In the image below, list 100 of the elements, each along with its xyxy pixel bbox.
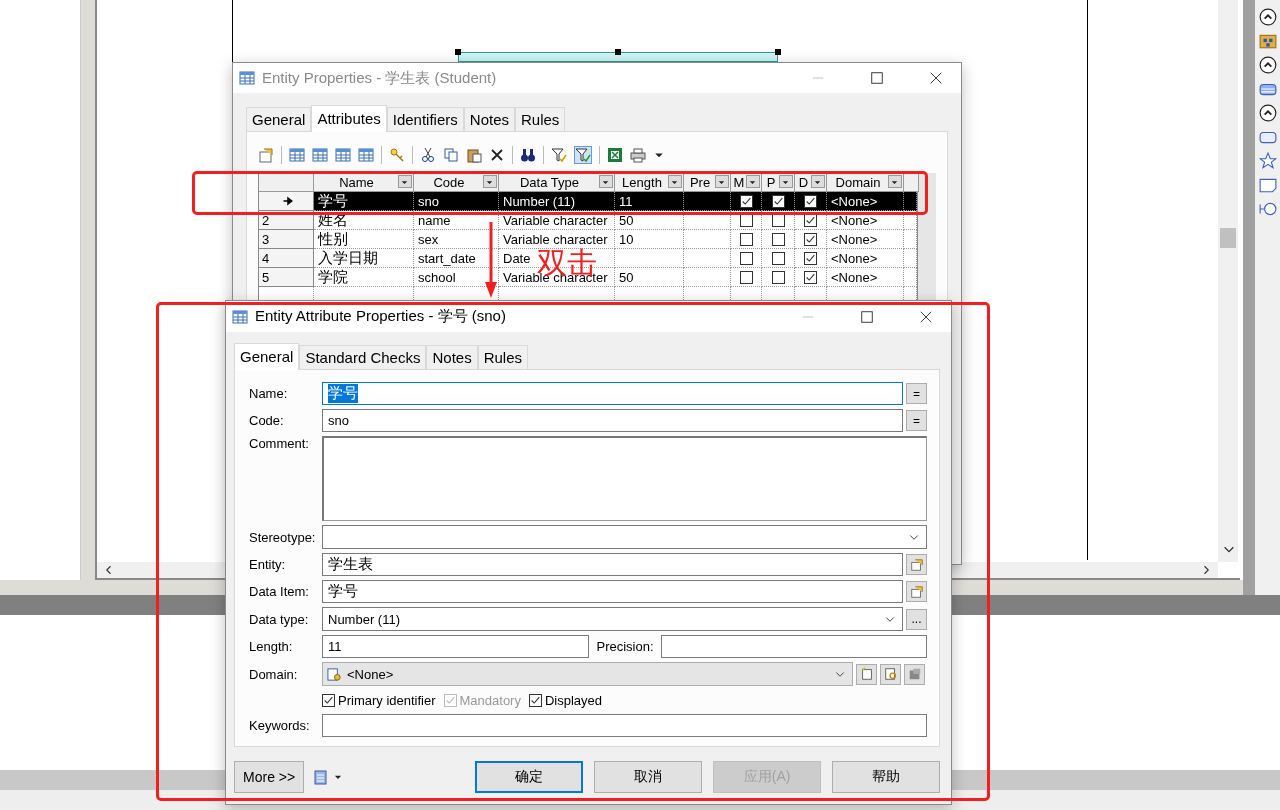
dropdown[interactable] xyxy=(322,525,927,549)
row-header[interactable] xyxy=(259,192,314,211)
note-icon[interactable] xyxy=(1258,176,1277,194)
table-cell: 入学日期 xyxy=(314,249,414,268)
browse-button[interactable]: ... xyxy=(906,608,927,630)
text-field[interactable]: 学生表 xyxy=(322,553,903,576)
properties-button[interactable] xyxy=(906,581,927,602)
row-header[interactable]: 5 xyxy=(259,268,314,287)
field-label: Domain: xyxy=(249,666,299,682)
text-field[interactable]: 11 xyxy=(322,635,589,658)
field-label: Name: xyxy=(249,386,289,401)
dialog-button[interactable]: 帮助 xyxy=(832,761,940,793)
star-icon[interactable] xyxy=(1258,152,1277,170)
vertical-scrollbar[interactable] xyxy=(1218,0,1238,562)
binoculars-icon[interactable] xyxy=(520,147,536,163)
field-label: Data Item: xyxy=(249,584,310,599)
domain-icon xyxy=(327,666,342,682)
tab[interactable]: Standard Checks xyxy=(299,345,427,369)
collapse-icon[interactable] xyxy=(1258,8,1277,26)
field-label: Length: xyxy=(249,639,294,654)
table-icon[interactable] xyxy=(232,308,248,325)
filter-icon[interactable] xyxy=(551,147,567,163)
properties-button[interactable] xyxy=(904,663,925,685)
dropdown[interactable]: <None> xyxy=(322,662,853,686)
key-icon[interactable] xyxy=(389,147,405,163)
selection-handle[interactable] xyxy=(455,49,461,55)
maximize-icon[interactable] xyxy=(870,71,884,85)
print-icon[interactable] xyxy=(630,147,646,163)
table-cell: <None> xyxy=(827,230,904,249)
add-attributes-icon[interactable] xyxy=(335,147,351,163)
connector-icon[interactable] xyxy=(1258,200,1277,218)
filter-icon[interactable] xyxy=(575,147,591,163)
tab[interactable]: Rules xyxy=(515,107,566,131)
entity-shape[interactable] xyxy=(458,52,778,62)
checkbox[interactable] xyxy=(739,194,753,208)
checkbox[interactable] xyxy=(739,251,753,265)
insert-row-icon[interactable] xyxy=(312,147,328,163)
row-header[interactable]: 4 xyxy=(259,249,314,268)
new-button[interactable] xyxy=(856,663,877,685)
dropdown[interactable]: Number (11) xyxy=(322,607,903,631)
collapse-icon[interactable] xyxy=(1258,104,1277,122)
copy-icon[interactable] xyxy=(443,147,459,163)
dialog-button[interactable]: 取消 xyxy=(594,761,703,793)
field-label: Stereotype: xyxy=(249,529,317,545)
equals-button[interactable]: = xyxy=(906,383,927,404)
table-icon[interactable] xyxy=(239,70,255,86)
comment-field[interactable] xyxy=(322,436,927,521)
properties-icon[interactable] xyxy=(258,147,274,163)
text-field[interactable]: 学号 xyxy=(322,580,903,603)
text-field[interactable]: sno xyxy=(322,409,903,432)
checkbox[interactable] xyxy=(739,232,753,246)
text-field[interactable] xyxy=(322,714,927,737)
tab[interactable]: General xyxy=(234,343,300,370)
delete-icon[interactable] xyxy=(489,147,505,163)
table-cell xyxy=(904,230,917,249)
checkbox[interactable] xyxy=(771,251,785,265)
selection-handle[interactable] xyxy=(775,49,781,55)
checkbox[interactable] xyxy=(771,232,785,246)
selection-handle[interactable] xyxy=(615,49,621,55)
properties-icon xyxy=(907,667,922,681)
field-label: Precision: xyxy=(596,639,655,654)
dialog-button[interactable]: 确定 xyxy=(475,761,584,793)
cut-icon[interactable] xyxy=(420,147,436,163)
checkbox[interactable] xyxy=(804,270,817,284)
table-cell: Number (11) xyxy=(499,192,615,211)
more-button[interactable]: More >> xyxy=(234,761,305,793)
checkbox[interactable] xyxy=(804,251,817,265)
tab[interactable]: General xyxy=(246,107,312,131)
row-header[interactable]: 3 xyxy=(259,230,314,249)
folder-icon[interactable] xyxy=(1258,32,1277,50)
spreadsheet-icon[interactable] xyxy=(607,147,623,163)
checkbox[interactable] xyxy=(739,270,753,284)
checkbox[interactable] xyxy=(322,693,335,707)
scroll-thumb[interactable] xyxy=(1220,228,1236,248)
find-button[interactable] xyxy=(880,663,901,685)
checkbox-label: Primary identifier xyxy=(338,692,436,708)
paste-icon[interactable] xyxy=(466,147,482,163)
field-label: Entity: xyxy=(249,557,287,572)
close-icon[interactable] xyxy=(919,309,933,324)
collapse-icon[interactable] xyxy=(1258,56,1277,74)
add-row-icon[interactable] xyxy=(289,147,305,163)
checkbox[interactable] xyxy=(771,270,785,284)
equals-button[interactable]: = xyxy=(906,410,927,431)
properties-button[interactable] xyxy=(906,554,927,575)
tab[interactable]: Attributes xyxy=(311,105,387,132)
tab[interactable]: Rules xyxy=(477,345,528,369)
text-field[interactable]: 学号 xyxy=(322,382,903,405)
field-label: Code: xyxy=(249,413,285,428)
maximize-icon[interactable] xyxy=(860,309,874,324)
tab[interactable]: Notes xyxy=(426,345,478,369)
checkbox[interactable] xyxy=(804,232,817,246)
tab[interactable]: Notes xyxy=(463,107,515,131)
tab[interactable]: Identifiers xyxy=(386,107,464,131)
checkbox[interactable] xyxy=(528,693,542,707)
table-cell: 10 xyxy=(615,230,684,249)
checkbox[interactable] xyxy=(804,194,817,208)
text-field[interactable] xyxy=(660,635,927,658)
reuse-icon[interactable] xyxy=(358,147,374,163)
checkbox[interactable] xyxy=(771,194,785,208)
close-icon[interactable] xyxy=(929,71,943,85)
